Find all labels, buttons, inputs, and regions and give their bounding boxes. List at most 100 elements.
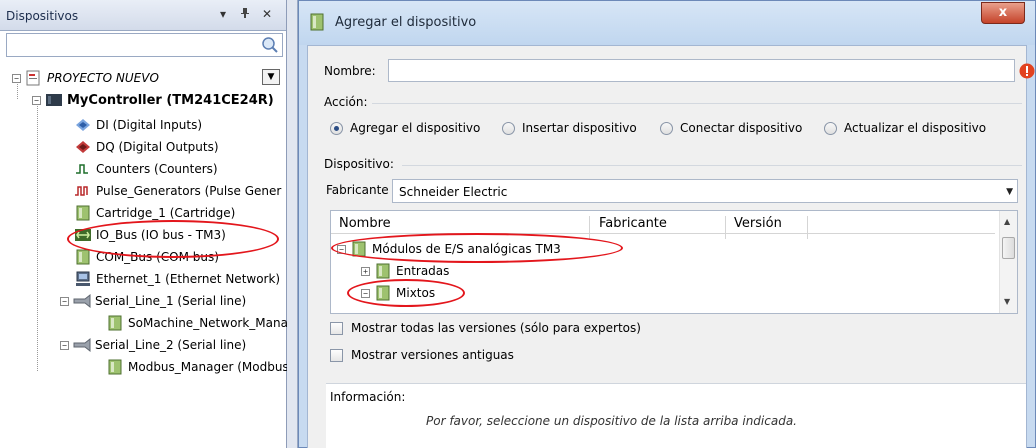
dialog-body: Nombre: Acción: Agregar el dispositivo I… xyxy=(307,45,1035,448)
counters-icon xyxy=(76,164,88,174)
column-header-version[interactable]: Versión xyxy=(734,216,782,231)
tree-item[interactable]: − Serial_Line_2 (Serial line) xyxy=(60,334,246,356)
list-item-group[interactable]: − Módulos de E/S analógicas TM3 xyxy=(337,239,561,259)
list-item-label: Mixtos xyxy=(396,286,436,300)
module-icon xyxy=(376,263,390,279)
search-icon[interactable] xyxy=(261,36,279,54)
collapse-icon[interactable]: − xyxy=(337,244,346,254)
collapse-icon[interactable]: − xyxy=(60,296,69,306)
pin-icon[interactable] xyxy=(238,7,252,22)
tree-item[interactable]: Pulse_Generators (Pulse Gener xyxy=(74,180,281,202)
expand-icon[interactable]: + xyxy=(361,266,370,276)
radio-label: Conectar dispositivo xyxy=(680,121,803,135)
tree-item[interactable]: COM_Bus (COM bus) xyxy=(74,246,219,268)
checkbox-label: Mostrar todas las versiones (sólo para e… xyxy=(351,321,641,335)
serial-line-icon xyxy=(73,337,91,353)
list-item-label: Entradas xyxy=(396,264,450,278)
manufacturer-select[interactable]: Schneider Electric ▼ xyxy=(392,179,1018,203)
ethernet-icon xyxy=(76,271,90,286)
checkbox-show-old-versions[interactable]: Mostrar versiones antiguas xyxy=(330,348,514,362)
panel-close-icon[interactable]: ✕ xyxy=(260,7,274,21)
tree-project-node[interactable]: − PROYECTO NUEVO xyxy=(12,67,159,89)
radio-connect-device[interactable]: Conectar dispositivo xyxy=(660,121,802,135)
scroll-thumb[interactable] xyxy=(1002,237,1015,259)
tree-item[interactable]: − Serial_Line_1 (Serial line) xyxy=(60,290,246,312)
collapse-icon[interactable]: − xyxy=(361,288,370,298)
io-bus-icon xyxy=(75,229,91,241)
digital-inputs-icon xyxy=(76,119,90,131)
module-icon xyxy=(76,249,90,265)
devices-panel: Dispositivos ▾ ✕ − PROYECTO NUEVO ▼ − My… xyxy=(0,0,289,448)
dialog-close-button[interactable]: x xyxy=(981,2,1025,24)
tree-item[interactable]: DI (Digital Inputs) xyxy=(74,114,202,136)
checkbox-label: Mostrar versiones antiguas xyxy=(351,348,514,362)
checkbox-show-all-versions[interactable]: Mostrar todas las versiones (sólo para e… xyxy=(330,321,641,335)
collapse-icon[interactable]: − xyxy=(60,340,69,350)
information-label: Información: xyxy=(330,390,406,404)
collapse-icon[interactable]: − xyxy=(12,73,21,83)
tree-item[interactable]: SoMachine_Network_Mana xyxy=(106,312,288,334)
tree-item-label: Modbus_Manager (Modbus xyxy=(128,360,289,374)
radio-label: Insertar dispositivo xyxy=(522,121,637,135)
radio-indicator[interactable] xyxy=(502,121,515,135)
column-header-name[interactable]: Nombre xyxy=(339,216,391,231)
tree-item[interactable]: Counters (Counters) xyxy=(74,158,218,180)
controller-label: MyController (TM241CE24R) xyxy=(67,92,274,108)
tree-item[interactable]: Modbus_Manager (Modbus xyxy=(106,356,289,378)
radio-label: Actualizar el dispositivo xyxy=(844,121,987,135)
module-icon xyxy=(108,359,122,375)
tree-item-label: Cartridge_1 (Cartridge) xyxy=(96,206,236,220)
panel-splitter[interactable] xyxy=(287,0,298,448)
tree-item-label: Serial_Line_2 (Serial line) xyxy=(95,338,247,352)
error-icon xyxy=(1019,63,1035,79)
tree-item-label: SoMachine_Network_Mana xyxy=(128,316,288,330)
radio-indicator[interactable] xyxy=(330,121,343,135)
list-item[interactable]: − Mixtos xyxy=(361,283,435,303)
device-list-scrollbar[interactable]: ▲ ▼ xyxy=(999,211,1017,313)
tree-item-label: Counters (Counters) xyxy=(96,162,218,176)
manufacturer-label: Fabricante xyxy=(326,183,389,197)
dialog-titlebar: Agregar el dispositivo x xyxy=(299,1,1035,45)
radio-indicator[interactable] xyxy=(660,121,673,135)
panel-dropdown-icon[interactable]: ▾ xyxy=(216,7,230,21)
device-list[interactable]: Nombre Fabricante Versión − Módulos de E… xyxy=(330,210,1018,314)
tree-controller-node[interactable]: − MyController (TM241CE24R) xyxy=(32,89,274,111)
radio-label: Agregar el dispositivo xyxy=(350,121,481,135)
name-input[interactable] xyxy=(388,59,1015,82)
radio-update-device[interactable]: Actualizar el dispositivo xyxy=(824,121,986,135)
device-list-header: Nombre Fabricante Versión xyxy=(331,211,995,239)
tree-options-dropdown[interactable]: ▼ xyxy=(262,69,280,85)
radio-insert-device[interactable]: Insertar dispositivo xyxy=(502,121,637,135)
dialog-title: Agregar el dispositivo xyxy=(335,15,477,30)
checkbox-box[interactable] xyxy=(330,348,343,362)
tree-item-label: Pulse_Generators (Pulse Gener xyxy=(96,184,282,198)
project-icon xyxy=(26,70,40,86)
list-item-label: Módulos de E/S analógicas TM3 xyxy=(372,242,561,256)
devices-panel-header: Dispositivos ▾ ✕ xyxy=(0,0,286,31)
tree-item[interactable]: Cartridge_1 (Cartridge) xyxy=(74,202,235,224)
project-label: PROYECTO NUEVO xyxy=(47,71,159,85)
serial-line-icon xyxy=(73,293,91,309)
module-icon xyxy=(376,285,390,301)
action-label: Acción: xyxy=(324,95,368,109)
controller-icon xyxy=(46,94,62,106)
radio-indicator[interactable] xyxy=(824,121,837,135)
collapse-icon[interactable]: − xyxy=(32,95,41,105)
device-search-input[interactable] xyxy=(6,33,283,57)
pulse-generator-icon xyxy=(75,186,88,196)
list-item[interactable]: + Entradas xyxy=(361,261,449,281)
scroll-up-icon[interactable]: ▲ xyxy=(1004,217,1010,226)
information-panel: Información: Por favor, seleccione un di… xyxy=(326,383,1026,448)
tree-item[interactable]: Ethernet_1 (Ethernet Network) xyxy=(74,268,280,290)
tree-item-io-bus[interactable]: IO_Bus (IO bus - TM3) xyxy=(74,224,226,246)
dialog-app-icon xyxy=(310,13,324,31)
chevron-down-icon[interactable]: ▼ xyxy=(1006,187,1013,197)
column-header-manufacturer[interactable]: Fabricante xyxy=(599,216,667,231)
module-icon xyxy=(76,205,90,221)
scroll-down-icon[interactable]: ▼ xyxy=(1004,297,1010,306)
tree-item-label: Ethernet_1 (Ethernet Network) xyxy=(96,272,281,286)
radio-add-device[interactable]: Agregar el dispositivo xyxy=(330,121,480,135)
checkbox-box[interactable] xyxy=(330,321,343,335)
tree-item[interactable]: DQ (Digital Outputs) xyxy=(74,136,219,158)
module-icon xyxy=(108,315,122,331)
